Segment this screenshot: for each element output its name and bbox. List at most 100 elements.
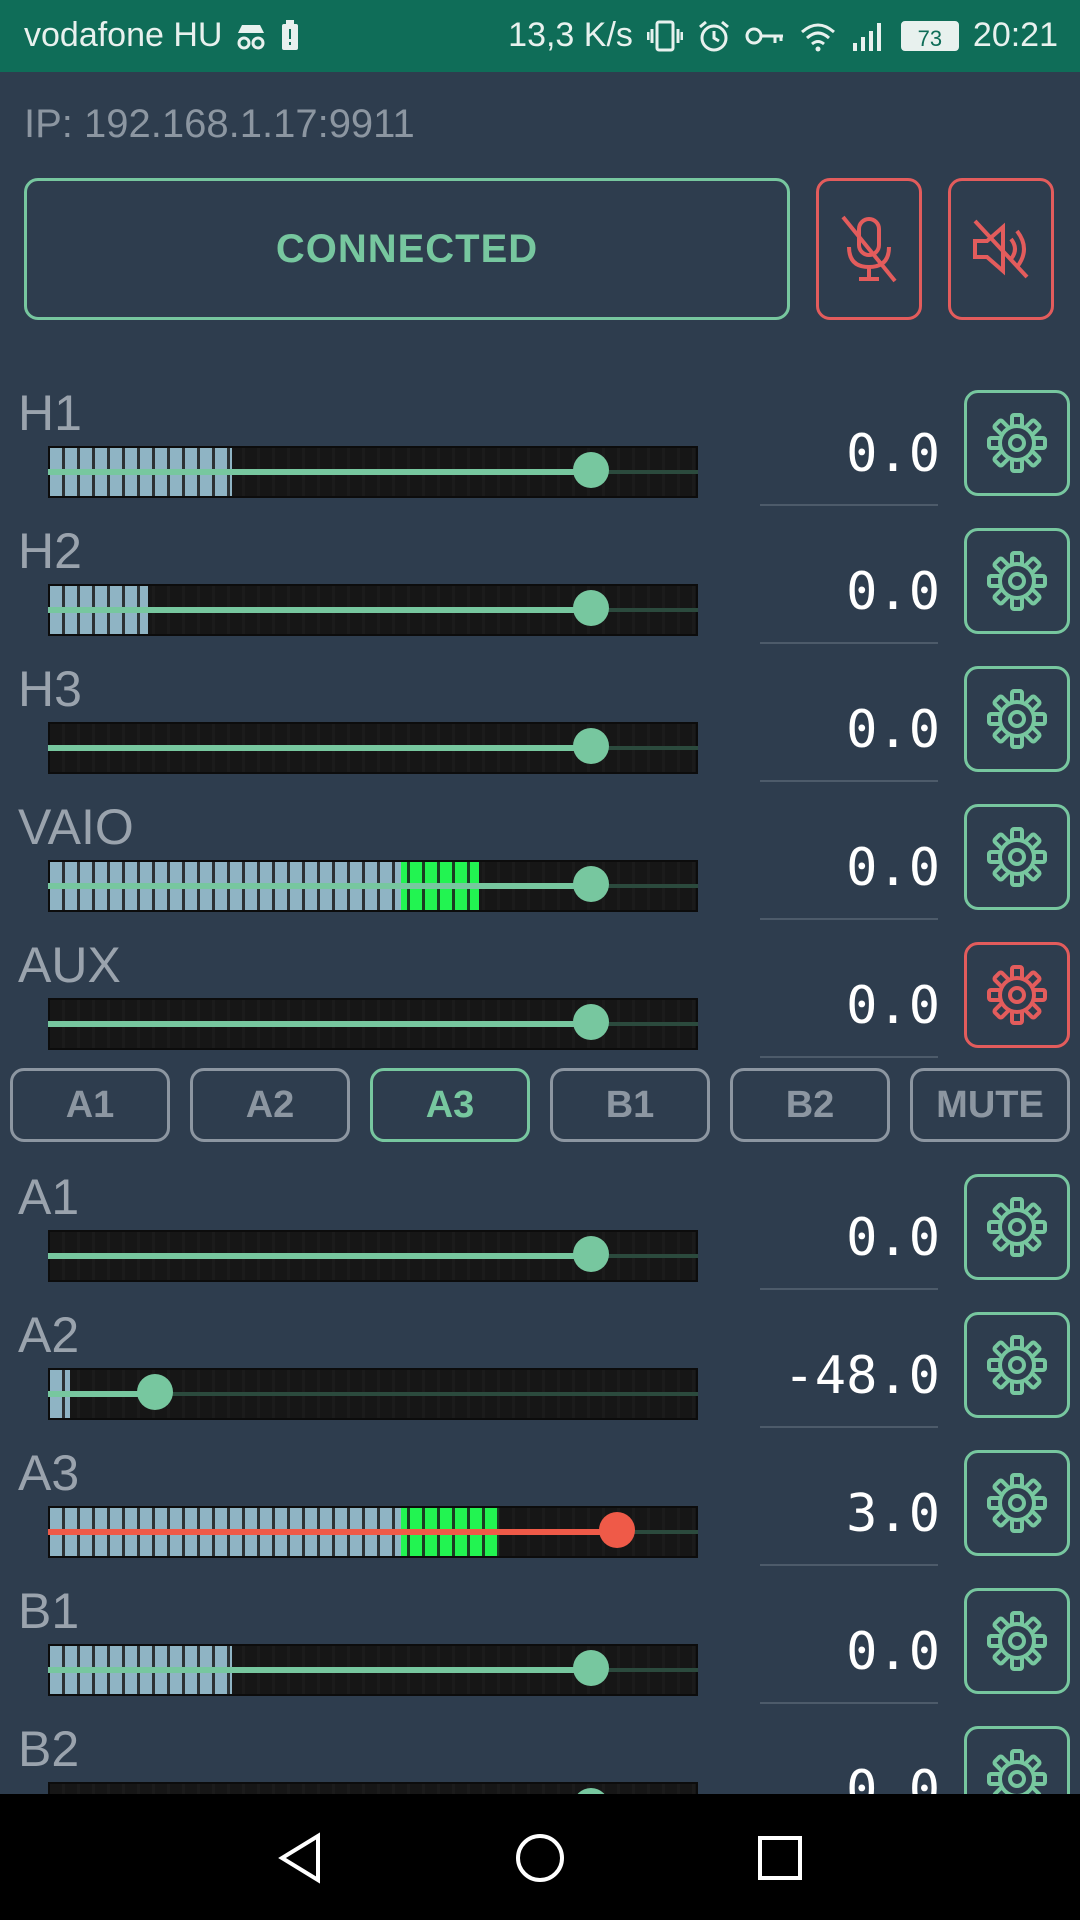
gear-icon <box>987 413 1047 473</box>
gain-slider-rest <box>155 1392 698 1396</box>
home-icon[interactable] <box>510 1828 570 1888</box>
gain-slider-track[interactable] <box>48 1253 591 1259</box>
channel-label: A3 <box>18 1445 80 1501</box>
channel-strip: H2 0.0 <box>0 522 1080 660</box>
gain-slider-knob[interactable] <box>573 728 609 764</box>
gain-slider-knob[interactable] <box>573 1004 609 1040</box>
channel-label: H2 <box>18 523 82 579</box>
speaker-mute-button[interactable] <box>948 178 1054 320</box>
gain-slider-knob[interactable] <box>137 1374 173 1410</box>
back-icon[interactable] <box>270 1828 330 1888</box>
channel-settings-button[interactable] <box>964 1174 1070 1280</box>
bus-button-a1[interactable]: A1 <box>10 1068 170 1142</box>
channel-strip: VAIO 0.0 <box>0 798 1080 936</box>
gain-slider-knob[interactable] <box>573 866 609 902</box>
gain-value-underline <box>760 1426 938 1428</box>
vpn-key-icon <box>745 27 783 44</box>
channel-strip: A1 0.0 <box>0 1168 1080 1306</box>
gain-slider-track[interactable] <box>48 745 591 751</box>
gain-value[interactable]: 0.0 <box>760 838 940 898</box>
channel-strip: A2 -48.0 <box>0 1306 1080 1444</box>
gain-value[interactable]: 0.0 <box>760 976 940 1036</box>
clock: 20:21 <box>972 16 1058 54</box>
gain-value[interactable]: -48.0 <box>760 1346 940 1406</box>
gain-slider-track[interactable] <box>48 1529 617 1535</box>
channel-strip: A3 3.0 <box>0 1444 1080 1582</box>
gain-slider-knob[interactable] <box>573 1236 609 1272</box>
channel-strip: H3 0.0 <box>0 660 1080 798</box>
vibrate-icon <box>646 20 683 51</box>
gain-slider-knob[interactable] <box>573 590 609 626</box>
mic-mute-button[interactable] <box>816 178 922 320</box>
channel-strip: H1 0.0 <box>0 384 1080 522</box>
channel-settings-button[interactable] <box>964 1450 1070 1556</box>
connection-button[interactable]: CONNECTED <box>24 178 790 320</box>
gain-slider-knob[interactable] <box>573 452 609 488</box>
gain-slider-track[interactable] <box>48 1021 591 1027</box>
channel-label: AUX <box>18 937 121 993</box>
gain-value-underline <box>760 504 938 506</box>
carrier-label: vodafone HU <box>24 16 223 54</box>
bus-button-a3[interactable]: A3 <box>370 1068 530 1142</box>
gear-icon <box>987 827 1047 887</box>
bus-button-b2[interactable]: B2 <box>730 1068 890 1142</box>
gain-slider-knob[interactable] <box>573 1650 609 1686</box>
alarm-icon <box>698 20 729 51</box>
channel-settings-button[interactable] <box>964 942 1070 1048</box>
gain-value[interactable]: 0.0 <box>760 1622 940 1682</box>
gear-icon <box>987 965 1047 1025</box>
channel-label: VAIO <box>18 799 134 855</box>
gain-value[interactable]: 0.0 <box>760 562 940 622</box>
channel-strip: B1 0.0 <box>0 1582 1080 1720</box>
gear-icon <box>987 1611 1047 1671</box>
gain-slider-knob[interactable] <box>599 1512 635 1548</box>
channel-settings-button[interactable] <box>964 1588 1070 1694</box>
signal-icon <box>852 22 881 51</box>
channel-label: A1 <box>18 1169 80 1225</box>
gain-value-underline <box>760 1702 938 1704</box>
ip-address: IP: 192.168.1.17:9911 <box>24 102 415 146</box>
channel-settings-button[interactable] <box>964 390 1070 496</box>
gain-slider-track[interactable] <box>48 1667 591 1673</box>
channel-label: B1 <box>18 1583 80 1639</box>
gain-slider-track[interactable] <box>48 469 591 475</box>
gain-value-underline <box>760 1056 938 1058</box>
channel-settings-button[interactable] <box>964 804 1070 910</box>
gear-icon <box>987 689 1047 749</box>
network-speed: 13,3 K/s <box>508 16 633 54</box>
gear-icon <box>987 551 1047 611</box>
channel-label: H1 <box>18 385 82 441</box>
bus-button-mute[interactable]: MUTE <box>910 1068 1070 1142</box>
gain-value-underline <box>760 918 938 920</box>
gain-slider-track[interactable] <box>48 607 591 613</box>
gain-slider-track[interactable] <box>48 883 591 889</box>
gain-value[interactable]: 0.0 <box>760 1208 940 1268</box>
channel-strip: AUX 0.0 <box>0 936 1080 1074</box>
gain-value-underline <box>760 1564 938 1566</box>
status-bar: vodafone HU 13,3 K/s 73 20:21 <box>0 0 1080 72</box>
gain-value[interactable]: 0.0 <box>760 424 940 484</box>
recents-icon[interactable] <box>750 1828 810 1888</box>
channel-settings-button[interactable] <box>964 528 1070 634</box>
channel-settings-button[interactable] <box>964 666 1070 772</box>
gear-icon <box>987 1335 1047 1395</box>
bus-button-b1[interactable]: B1 <box>550 1068 710 1142</box>
bus-selector: A1 A2 A3 B1 B2 MUTE <box>0 1068 1080 1142</box>
wifi-icon <box>800 23 835 51</box>
gain-value[interactable]: 3.0 <box>760 1484 940 1544</box>
gain-value[interactable]: 0.0 <box>760 700 940 760</box>
channel-label: H3 <box>18 661 82 717</box>
channel-label: A2 <box>18 1307 80 1363</box>
battery-alert-icon <box>282 19 299 50</box>
gear-icon <box>987 1197 1047 1257</box>
channel-label: B2 <box>18 1721 80 1777</box>
channel-settings-button[interactable] <box>964 1312 1070 1418</box>
bus-button-a2[interactable]: A2 <box>190 1068 350 1142</box>
gear-icon <box>987 1473 1047 1533</box>
gain-value-underline <box>760 642 938 644</box>
incognito-icon <box>237 24 265 49</box>
gain-value-underline <box>760 780 938 782</box>
navigation-bar <box>0 1794 1080 1920</box>
gain-value-underline <box>760 1288 938 1290</box>
mic-off-icon <box>841 215 897 283</box>
